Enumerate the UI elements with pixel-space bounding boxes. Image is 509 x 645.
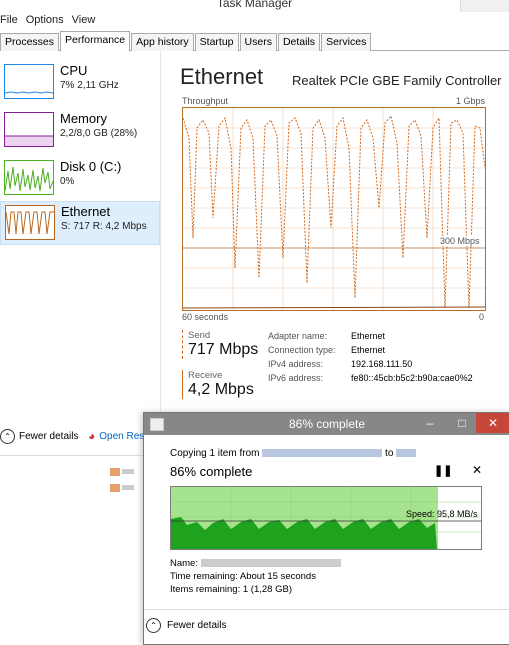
- page-title: Ethernet: [180, 64, 264, 89]
- time-span-label: 60 seconds: [182, 312, 229, 322]
- time-label: Time remaining:: [170, 571, 238, 582]
- tab-performance[interactable]: Performance: [60, 31, 131, 52]
- ethernet-thumbnail: [5, 205, 55, 240]
- resource-monitor-icon: ◕: [88, 429, 96, 443]
- chevron-up-icon: ⌃: [0, 429, 15, 444]
- menu-view[interactable]: View: [70, 12, 102, 29]
- receive-value: 4,2 Mbps: [188, 381, 254, 398]
- percent-complete: 86% complete: [170, 464, 253, 479]
- file-icon: [110, 468, 120, 476]
- copy-dialog: 86% complete – □ ✕ Copying 1 item from t…: [143, 412, 509, 645]
- cancel-button[interactable]: ✕: [472, 463, 482, 477]
- pause-button[interactable]: ❚❚: [434, 464, 452, 477]
- copy-prefix: Copying 1 item from: [170, 448, 260, 459]
- sidebar-item-value: 2,2/8,0 GB (28%): [60, 128, 138, 139]
- sidebar-item-memory[interactable]: Memory 2,2/8,0 GB (28%): [0, 109, 158, 151]
- sidebar-item-label: Memory: [60, 111, 107, 126]
- zero-label: 0: [479, 312, 485, 322]
- tab-services[interactable]: Services: [321, 33, 372, 51]
- performance-sidebar: CPU 7% 2,11 GHz Memory 2,2/8,0 GB (28%) …: [0, 51, 161, 411]
- sidebar-item-value: 0%: [60, 176, 75, 187]
- chevron-up-icon: ⌃: [146, 618, 161, 633]
- throughput-plot: [182, 108, 486, 310]
- sidebar-item-value: 7% 2,11 GHz: [60, 80, 119, 91]
- dialog-fewer-details-label: Fewer details: [167, 620, 227, 631]
- sidebar-item-ethernet[interactable]: Ethernet S: 717 R: 4,2 Mbps: [0, 201, 160, 245]
- menu-options[interactable]: Options: [24, 12, 70, 29]
- sidebar-item-label: Ethernet: [61, 204, 111, 219]
- window-controls[interactable]: [460, 0, 509, 12]
- sidebar-item-disk[interactable]: Disk 0 (C:) 0%: [0, 157, 158, 199]
- sidebar-item-cpu[interactable]: CPU 7% 2,11 GHz: [0, 61, 158, 103]
- tab-startup[interactable]: Startup: [194, 33, 239, 51]
- open-resource-label: Open Res: [99, 430, 145, 442]
- speed-readout: Speed: 95,8 MB/s: [406, 509, 478, 519]
- blurred-text: [122, 469, 134, 474]
- name-row: Name:: [170, 558, 341, 569]
- window-title: Task Manager: [0, 0, 509, 12]
- blurred-source: [262, 449, 383, 458]
- menu-file[interactable]: File: [0, 12, 24, 29]
- copy-to: to: [385, 448, 394, 459]
- close-button[interactable]: ✕: [476, 413, 509, 433]
- cpu-thumbnail: [4, 64, 54, 99]
- minimize-button[interactable]: –: [418, 413, 442, 433]
- max-scale-label: 1 Gbps: [456, 96, 486, 106]
- tab-bar: Processes Performance App history Startu…: [0, 30, 509, 52]
- items-label: Items remaining:: [170, 584, 241, 595]
- tab-users[interactable]: Users: [239, 33, 277, 51]
- blurred-destination: [396, 449, 417, 458]
- file-icon: [110, 484, 120, 492]
- fewer-details-toggle[interactable]: ⌃ Fewer details: [0, 429, 78, 444]
- name-label: Name:: [170, 558, 198, 569]
- info-key: Adapter name:: [268, 331, 328, 341]
- tab-details[interactable]: Details: [277, 33, 321, 51]
- memory-thumbnail: [4, 112, 54, 147]
- adapter-info: Adapter name: Ethernet Connection type: …: [268, 331, 508, 391]
- info-value: Ethernet: [351, 345, 386, 355]
- info-key: IPv4 address:: [268, 359, 324, 369]
- blurred-filename: [200, 559, 341, 568]
- info-key: IPv6 address:: [268, 373, 324, 383]
- mid-scale-label: 300 Mbps: [440, 236, 480, 246]
- background-window-area: [0, 455, 144, 644]
- open-resource-monitor-link[interactable]: ◕ Open Res: [88, 429, 144, 443]
- menu-bar: File Options View: [0, 12, 509, 29]
- receive-stat: Receive 4,2 Mbps: [182, 370, 268, 399]
- info-value: 192.168.111.50: [351, 359, 413, 369]
- sidebar-item-label: Disk 0 (C:): [60, 159, 122, 174]
- tab-processes[interactable]: Processes: [0, 33, 60, 51]
- send-value: 717 Mbps: [188, 341, 259, 358]
- sidebar-item-label: CPU: [60, 63, 88, 78]
- time-row: Time remaining: About 15 seconds: [170, 571, 316, 582]
- throughput-graph: [182, 107, 486, 311]
- info-value: Ethernet: [351, 331, 386, 341]
- disk-thumbnail: [4, 160, 54, 195]
- throughput-label: Throughput: [182, 96, 229, 106]
- send-label: Send: [188, 330, 211, 341]
- blurred-text: [122, 485, 134, 490]
- dialog-divider: [144, 609, 509, 610]
- dialog-title-bar: 86% complete – □ ✕: [144, 413, 509, 435]
- items-row: Items remaining: 1 (1,28 GB): [170, 584, 292, 595]
- maximize-button[interactable]: □: [450, 413, 474, 433]
- fewer-details-label: Fewer details: [19, 431, 79, 442]
- tab-app-history[interactable]: App history: [131, 33, 194, 51]
- sidebar-item-value: S: 717 R: 4,2 Mbps: [61, 221, 147, 232]
- dialog-fewer-details-toggle[interactable]: ⌃ Fewer details: [146, 618, 226, 633]
- adapter-name: Realtek PCIe GBE Family Controller: [292, 73, 502, 88]
- receive-label: Receive: [188, 370, 223, 381]
- info-value: fe80::45cb:b5c2:b90a:cae0%2: [351, 373, 473, 383]
- items-value: 1 (1,28 GB): [242, 584, 292, 595]
- info-key: Connection type:: [268, 345, 336, 355]
- send-stat: Send 717 Mbps: [182, 330, 268, 359]
- copy-status-line: Copying 1 item from to: [170, 448, 417, 459]
- time-value: About 15 seconds: [239, 571, 316, 582]
